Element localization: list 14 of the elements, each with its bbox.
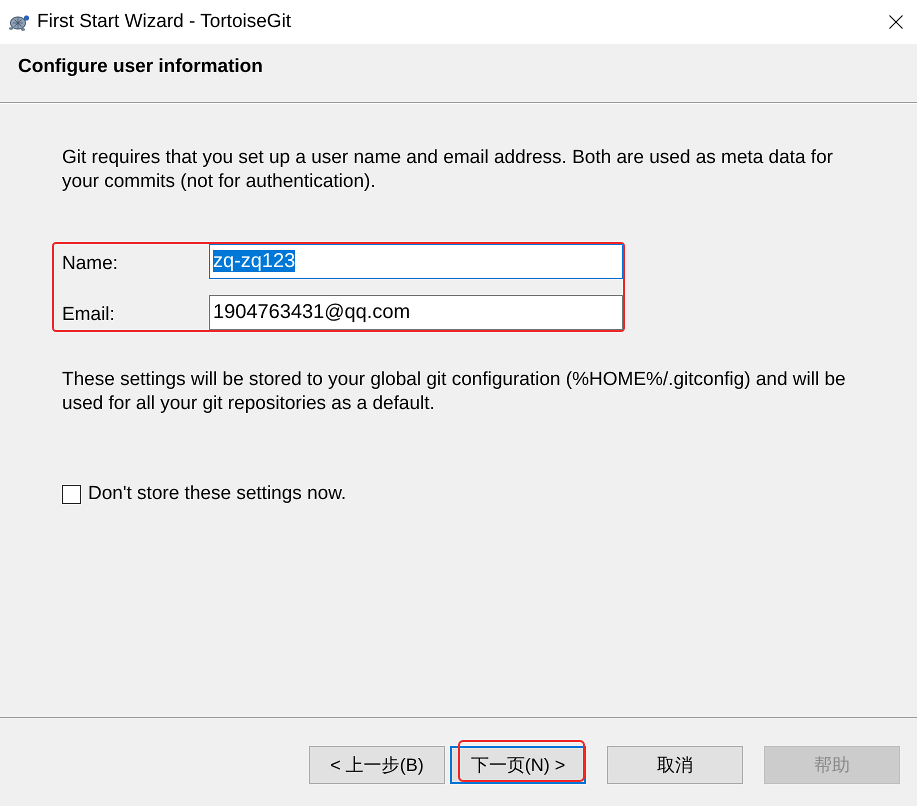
field-label: Name: [62,252,119,276]
dialog-button[interactable]: < 上一步(B) [309,746,445,784]
page-heading: Configure user information [18,55,264,79]
text-field[interactable]: 1904763431@qq.com [209,295,623,330]
dialog-button[interactable]: 取消 [607,746,743,784]
close-icon[interactable] [889,15,903,29]
window-title: First Start Wizard - TortoiseGit [37,11,292,33]
note-text: These settings will be stored to your global git configuration (%HOME%/.gitconfig) and will be used for all your git repositories as a default. [62,368,847,416]
text-field[interactable]: zq-zq123 [209,244,623,279]
checkbox[interactable] [62,484,81,504]
intro-text: Git requires that you set up a user name and email address. Both are used as meta data for your commits (not for authentication). [62,146,834,194]
field-label: Email: [62,303,116,327]
dialog-button[interactable]: 下一页(N) > [450,746,586,784]
checkbox-label[interactable]: Don't store these settings now. [88,482,346,506]
